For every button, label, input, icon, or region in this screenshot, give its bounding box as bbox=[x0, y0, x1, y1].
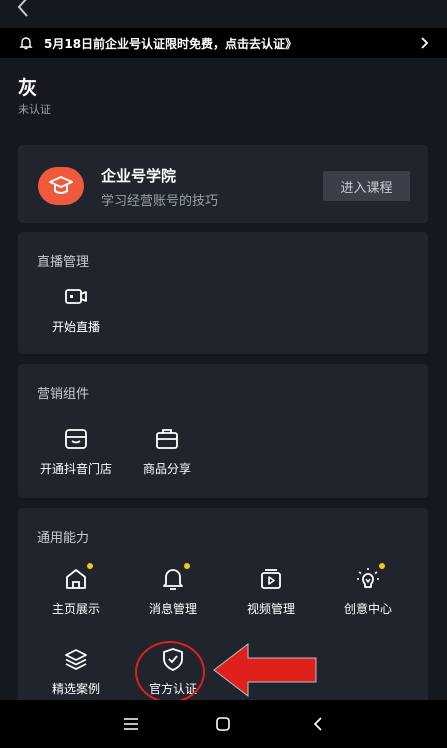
video-management-item[interactable]: 视频管理 bbox=[228, 566, 314, 617]
academy-title: 企业号学院 bbox=[101, 167, 177, 185]
academy-subtitle: 学习经营账号的技巧 bbox=[101, 194, 219, 209]
new-badge-dot bbox=[184, 563, 190, 569]
highlight-circle bbox=[135, 641, 205, 703]
featured-cases-item[interactable]: 精选案例 bbox=[33, 646, 119, 697]
lightbulb-icon bbox=[355, 563, 385, 592]
creative-center-item[interactable]: 创意中心 bbox=[325, 563, 411, 617]
item-label: 主页展示 bbox=[51, 602, 100, 616]
menu-icon[interactable] bbox=[121, 714, 141, 734]
live-section: 直播管理 开始直播 bbox=[18, 232, 428, 354]
chevron-right-icon bbox=[421, 37, 429, 49]
profile-name: 灰 bbox=[18, 77, 38, 99]
item-label: 商品分享 bbox=[142, 462, 191, 476]
start-live-item[interactable]: 开始直播 bbox=[33, 284, 119, 335]
section-title: 营销组件 bbox=[37, 387, 90, 402]
message-management-item[interactable]: 消息管理 bbox=[130, 563, 216, 617]
banner-text: 5月18日前企业号认证限时免费，点击去认证》 bbox=[44, 36, 298, 51]
section-title: 通用能力 bbox=[37, 531, 90, 546]
item-label: 创意中心 bbox=[343, 602, 392, 616]
storefront-icon bbox=[63, 426, 89, 452]
new-badge-dot bbox=[87, 563, 93, 569]
layers-icon bbox=[63, 646, 89, 672]
item-label: 消息管理 bbox=[148, 602, 197, 616]
marketing-section: 营销组件 开通抖音门店 商品分享 bbox=[18, 364, 428, 498]
homepage-display-item[interactable]: 主页展示 bbox=[33, 563, 119, 617]
open-douyin-store-item[interactable]: 开通抖音门店 bbox=[33, 426, 119, 477]
pointer-arrow-icon bbox=[213, 642, 317, 698]
video-camera-icon bbox=[63, 284, 89, 310]
enter-course-button[interactable]: 进入课程 bbox=[323, 171, 410, 201]
certification-banner[interactable]: 5月18日前企业号认证限时免费，点击去认证》 bbox=[0, 28, 447, 58]
item-label: 精选案例 bbox=[51, 682, 100, 696]
back-arrow-icon[interactable] bbox=[14, 0, 34, 18]
section-title: 直播管理 bbox=[37, 255, 90, 270]
back-button-icon[interactable] bbox=[308, 714, 328, 734]
system-nav-bar bbox=[0, 700, 447, 748]
home-icon bbox=[63, 563, 93, 592]
academy-card[interactable]: 企业号学院 学习经营账号的技巧 进入课程 bbox=[18, 145, 428, 223]
new-badge-dot bbox=[379, 563, 385, 569]
product-share-item[interactable]: 商品分享 bbox=[124, 426, 210, 477]
item-label: 开通抖音门店 bbox=[39, 462, 112, 476]
verification-status: 未认证 bbox=[18, 103, 51, 116]
home-button-icon[interactable] bbox=[213, 714, 233, 734]
graduation-cap-icon bbox=[38, 167, 84, 205]
video-play-icon bbox=[258, 566, 284, 592]
briefcase-icon bbox=[154, 426, 180, 452]
item-label: 视频管理 bbox=[246, 602, 295, 616]
bell-icon bbox=[19, 37, 33, 50]
bell-icon bbox=[160, 563, 190, 592]
top-bar bbox=[0, 0, 447, 24]
item-label: 开始直播 bbox=[51, 320, 100, 334]
